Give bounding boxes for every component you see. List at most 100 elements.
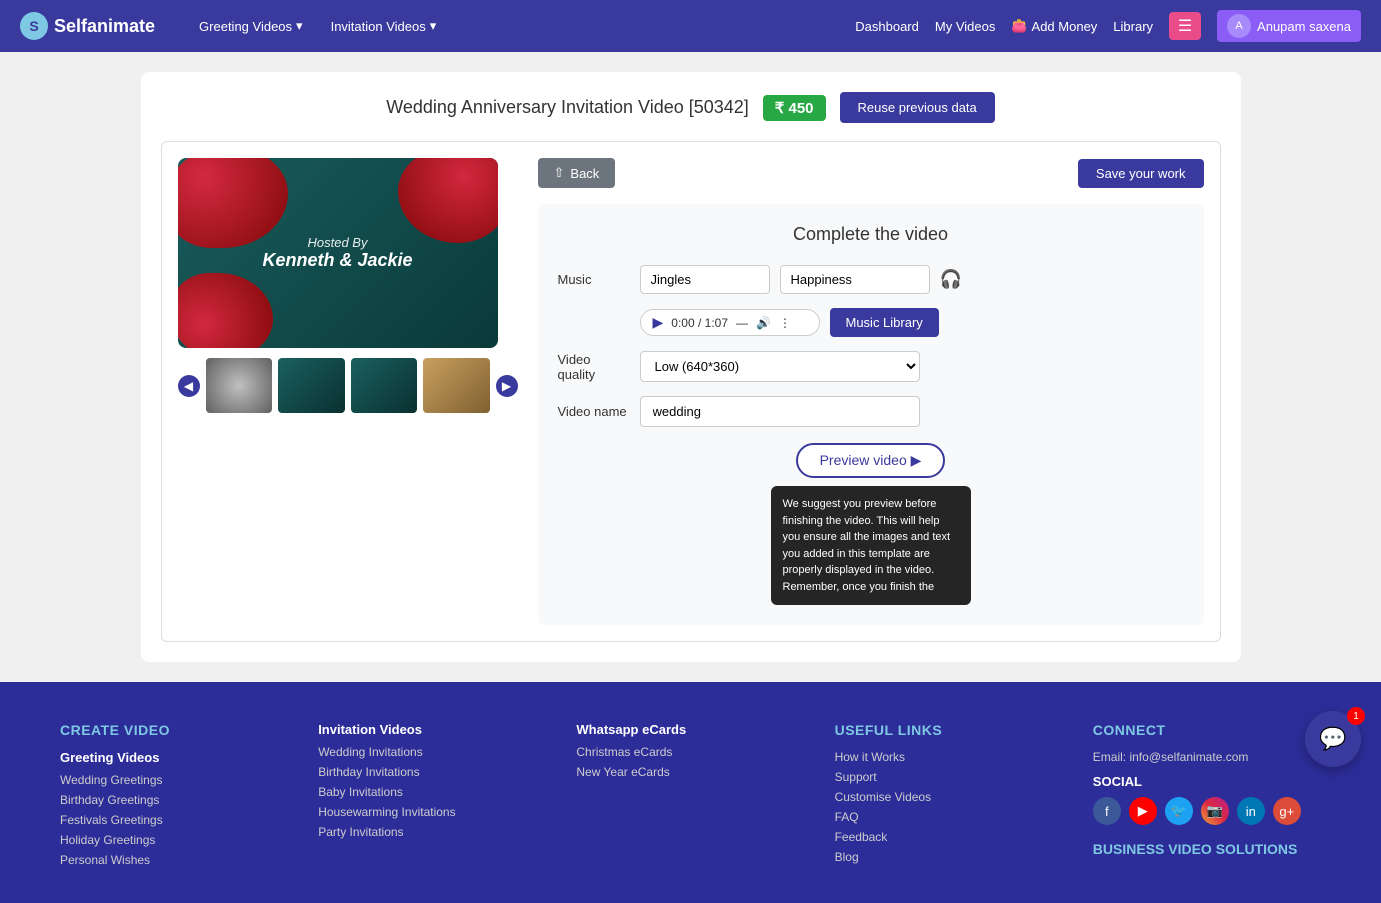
editor-area: Hosted By Kenneth & Jackie ◀ ▶	[161, 141, 1221, 642]
music-type-select[interactable]: Jingles	[640, 265, 770, 294]
main-video-preview: Hosted By Kenneth & Jackie	[178, 158, 498, 348]
footer-link-faq[interactable]: FAQ	[835, 810, 1063, 824]
footer-col-useful: USEFUL LINKS How it Works Support Custom…	[835, 722, 1063, 873]
thumbnail-1[interactable]	[206, 358, 273, 413]
nav-right: Dashboard My Videos 👛 Add Money Library …	[855, 10, 1361, 42]
footer-link-birthday-invitations[interactable]: Birthday Invitations	[318, 765, 546, 779]
nav-toggle-button[interactable]: ☰	[1169, 12, 1201, 40]
quality-select[interactable]: Low (640*360)	[640, 351, 920, 382]
names-text: Kenneth & Jackie	[262, 250, 412, 271]
headphone-icon: 🎧	[940, 269, 962, 290]
chat-widget[interactable]: 💬 1	[1305, 711, 1361, 767]
footer-col-connect: CONNECT Email: info@selfanimate.com SOCI…	[1093, 722, 1321, 873]
right-panel: ⇧ Back Save your work Complete the video…	[538, 158, 1204, 625]
volume-icon[interactable]: 🔊	[756, 316, 771, 330]
thumbnail-3[interactable]	[351, 358, 418, 413]
preview-tooltip: We suggest you preview before finishing …	[771, 486, 971, 605]
back-save-row: ⇧ Back Save your work	[538, 158, 1204, 188]
thumb-prev-button[interactable]: ◀	[178, 375, 200, 397]
footer-ecards-title: Whatsapp eCards	[576, 722, 804, 737]
wallet-icon: 👛	[1011, 18, 1027, 34]
footer-link-wedding-invitations[interactable]: Wedding Invitations	[318, 745, 546, 759]
nav-add-money[interactable]: 👛 Add Money	[1011, 18, 1097, 34]
nav-library[interactable]: Library	[1113, 19, 1153, 34]
name-controls	[640, 396, 1184, 427]
rose-decoration-bl	[178, 273, 273, 348]
quality-label: Video quality	[558, 352, 628, 382]
footer: CREATE VIDEO Greeting Videos Wedding Gre…	[0, 682, 1381, 903]
nav-links: Greeting Videos ▾ Invitation Videos ▾	[185, 0, 855, 52]
footer-link-blog[interactable]: Blog	[835, 850, 1063, 864]
navbar: S Selfanimate Greeting Videos ▾ Invitati…	[0, 0, 1381, 52]
chat-badge: 1	[1347, 707, 1365, 725]
footer-link-support[interactable]: Support	[835, 770, 1063, 784]
linkedin-icon[interactable]: in	[1237, 797, 1265, 825]
nav-logo[interactable]: S Selfanimate	[20, 12, 155, 40]
audio-player-row: ▶ 0:00 / 1:07 — 🔊 ⋮ Music Library	[558, 308, 1184, 337]
footer-link-feedback[interactable]: Feedback	[835, 830, 1063, 844]
back-icon: ⇧	[554, 165, 565, 181]
logo-icon: S	[20, 12, 48, 40]
name-row: Video name	[558, 396, 1184, 427]
play-icon: ▶	[911, 452, 922, 468]
left-panel: Hosted By Kenneth & Jackie ◀ ▶	[178, 158, 518, 625]
user-name: Anupam saxena	[1257, 19, 1351, 34]
footer-link-customise[interactable]: Customise Videos	[835, 790, 1063, 804]
price-badge: ₹ 450	[763, 95, 826, 121]
footer-greeting-title: Greeting Videos	[60, 750, 288, 765]
nav-my-videos[interactable]: My Videos	[935, 19, 995, 34]
footer-link-birthday-greetings[interactable]: Birthday Greetings	[60, 793, 288, 807]
music-mood-select[interactable]: Happiness	[780, 265, 930, 294]
avatar: A	[1227, 14, 1251, 38]
thumbnail-2[interactable]	[278, 358, 345, 413]
nav-invitation-videos[interactable]: Invitation Videos ▾	[317, 0, 451, 52]
music-library-button[interactable]: Music Library	[830, 308, 939, 337]
nav-user-menu[interactable]: A Anupam saxena	[1217, 10, 1361, 42]
footer-link-newyear-ecards[interactable]: New Year eCards	[576, 765, 804, 779]
page-title: Wedding Anniversary Invitation Video [50…	[386, 97, 749, 118]
googleplus-icon[interactable]: g+	[1273, 797, 1301, 825]
footer-link-baby-invitations[interactable]: Baby Invitations	[318, 785, 546, 799]
nav-dashboard[interactable]: Dashboard	[855, 19, 919, 34]
footer-grid: CREATE VIDEO Greeting Videos Wedding Gre…	[60, 722, 1321, 873]
footer-link-christmas-ecards[interactable]: Christmas eCards	[576, 745, 804, 759]
hosted-by-text: Hosted By	[262, 235, 412, 250]
youtube-icon[interactable]: ▶	[1129, 797, 1157, 825]
footer-useful-title: USEFUL LINKS	[835, 722, 1063, 738]
chevron-down-icon: ▾	[430, 18, 437, 34]
footer-col-greeting: CREATE VIDEO Greeting Videos Wedding Gre…	[60, 722, 288, 873]
thumbnail-row: ◀ ▶	[178, 358, 518, 413]
footer-link-personal-wishes[interactable]: Personal Wishes	[60, 853, 288, 867]
more-icon[interactable]: ⋮	[779, 316, 791, 330]
footer-link-how-it-works[interactable]: How it Works	[835, 750, 1063, 764]
facebook-icon[interactable]: f	[1093, 797, 1121, 825]
twitter-icon[interactable]: 🐦	[1165, 797, 1193, 825]
reuse-previous-button[interactable]: Reuse previous data	[840, 92, 995, 123]
footer-link-festivals-greetings[interactable]: Festivals Greetings	[60, 813, 288, 827]
logo-text: Selfanimate	[54, 16, 155, 37]
footer-create-title: CREATE VIDEO	[60, 722, 288, 738]
footer-col-invitation: Invitation Videos Wedding Invitations Bi…	[318, 722, 546, 873]
music-row: Music Jingles Happiness 🎧	[558, 265, 1184, 294]
back-button[interactable]: ⇧ Back	[538, 158, 616, 188]
play-button[interactable]: ▶	[653, 314, 664, 331]
footer-link-holiday-greetings[interactable]: Holiday Greetings	[60, 833, 288, 847]
footer-link-housewarming-invitations[interactable]: Housewarming Invitations	[318, 805, 546, 819]
save-work-button[interactable]: Save your work	[1078, 159, 1204, 188]
main-wrapper: Wedding Anniversary Invitation Video [50…	[0, 52, 1381, 682]
audio-controls: ▶ 0:00 / 1:07 — 🔊 ⋮ Music Library	[640, 308, 1184, 337]
instagram-icon[interactable]: 📷	[1201, 797, 1229, 825]
music-label: Music	[558, 272, 628, 287]
video-name-input[interactable]	[640, 396, 920, 427]
nav-greeting-videos[interactable]: Greeting Videos ▾	[185, 0, 317, 52]
footer-link-wedding-greetings[interactable]: Wedding Greetings	[60, 773, 288, 787]
chevron-down-icon: ▾	[296, 18, 303, 34]
thumbnail-4[interactable]	[423, 358, 490, 413]
thumb-next-button[interactable]: ▶	[496, 375, 518, 397]
preview-video-button[interactable]: Preview video ▶	[796, 443, 946, 478]
rose-decoration-tr	[398, 158, 498, 243]
content-card: Wedding Anniversary Invitation Video [50…	[141, 72, 1241, 662]
audio-divider: —	[736, 316, 748, 330]
social-icons: f ▶ 🐦 📷 in g+	[1093, 797, 1321, 825]
footer-link-party-invitations[interactable]: Party Invitations	[318, 825, 546, 839]
